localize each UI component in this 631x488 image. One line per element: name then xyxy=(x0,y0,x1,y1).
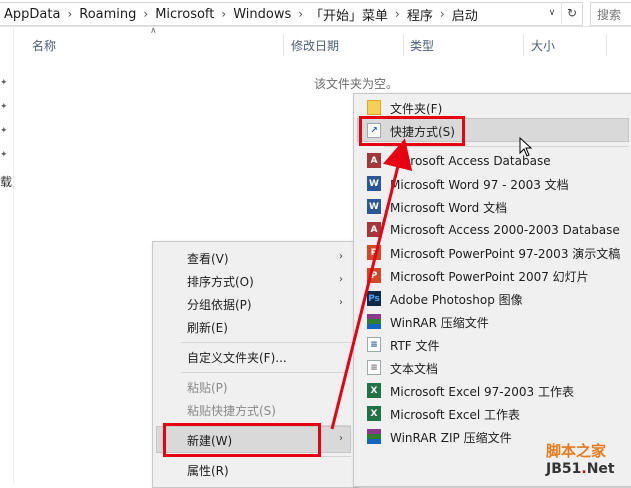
mouse-cursor-icon xyxy=(519,137,533,157)
watermark-net: Net xyxy=(586,461,615,477)
watermark-line2: JB51.Net xyxy=(546,461,615,477)
watermark-line1: 脚本之家 xyxy=(546,442,607,460)
watermark-jb51: JB51 xyxy=(546,461,582,477)
watermark: 脚本之家 JB51.Net xyxy=(546,440,615,477)
annotation-arrow xyxy=(330,138,413,430)
